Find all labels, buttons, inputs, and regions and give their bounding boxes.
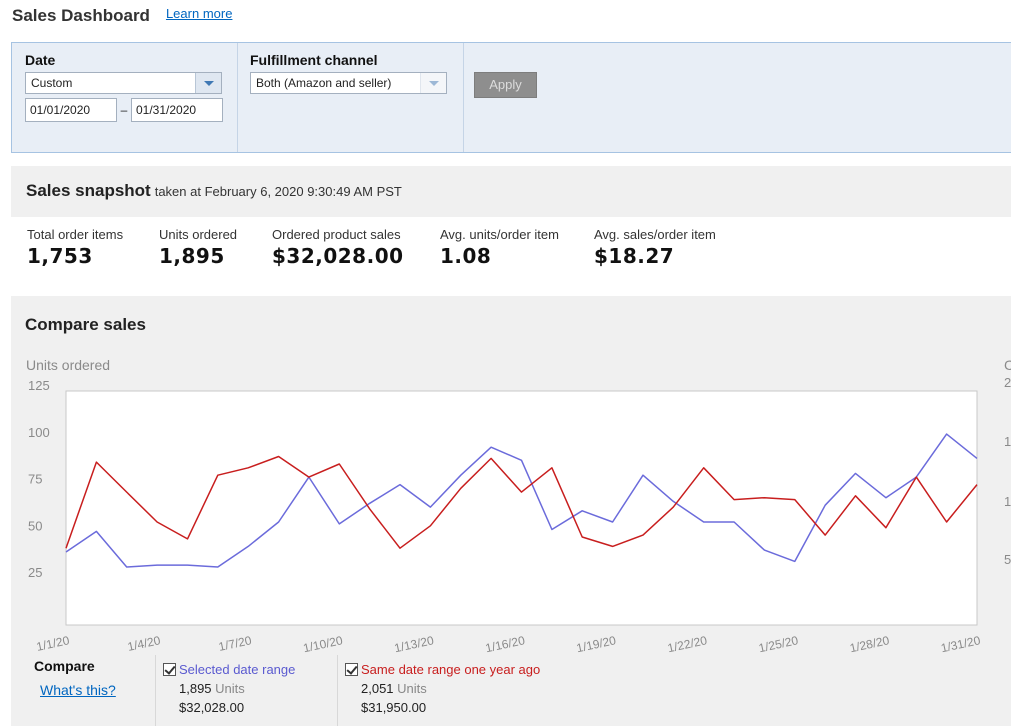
chevron-down-icon [195, 73, 221, 93]
metric-total-order-items: Total order items 1,753 [27, 218, 159, 282]
metric-label: Units ordered [159, 227, 238, 242]
x-tick-label: 1/22/20 [666, 633, 708, 655]
metric-value: $18.27 [594, 244, 675, 268]
metric-units-ordered: Units ordered 1,895 [159, 218, 272, 282]
right-tick-label: 1 [1004, 434, 1011, 449]
selected-range-checkbox[interactable] [163, 663, 176, 676]
x-tick-label: 1/28/20 [848, 633, 890, 655]
y-tick-label: 50 [28, 518, 42, 533]
learn-more-link[interactable]: Learn more [166, 6, 232, 21]
legend-sales: $31,950.00 [361, 700, 427, 715]
channel-label: Fulfillment channel [250, 52, 378, 68]
legend-label: Selected date range [179, 662, 296, 677]
right-axis-label: C [1004, 357, 1011, 373]
metric-avg-sales-per-order-item: Avg. sales/order item $18.27 [594, 218, 754, 282]
metric-value: 1,753 [27, 244, 93, 268]
whats-this-link[interactable]: What's this? [40, 682, 116, 698]
date-inputs: 01/01/2020 – 01/31/2020 [25, 98, 237, 122]
x-tick-label: 1/16/20 [484, 633, 526, 655]
snapshot-timestamp: taken at February 6, 2020 9:30:49 AM PST [154, 184, 402, 199]
metric-avg-units-per-order-item: Avg. units/order item 1.08 [440, 218, 594, 282]
x-tick-label: 1/13/20 [393, 633, 435, 655]
metric-value: 1.08 [440, 244, 492, 268]
date-range-value: Custom [31, 76, 73, 90]
x-tick-label: 1/19/20 [575, 633, 617, 655]
legend-units: 1,895 Units [163, 681, 335, 696]
right-tick-label: 1 [1004, 494, 1011, 509]
compare-sales-section: Compare sales Units ordered 25 50 75 100 125 C… [11, 296, 1011, 726]
y-tick-label: 125 [28, 378, 50, 393]
metric-ordered-product-sales: Ordered product sales $32,028.00 [272, 218, 440, 282]
date-range-select[interactable]: Custom [25, 72, 222, 94]
metric-label: Ordered product sales [272, 227, 401, 242]
chevron-down-icon [420, 73, 446, 93]
apply-button[interactable]: Apply [474, 72, 537, 98]
legend-prior-year-range: Same date range one year ago 2,051 Units… [337, 655, 577, 726]
right-tick-label: 5 [1004, 552, 1011, 567]
start-date-input[interactable]: 01/01/2020 [25, 98, 117, 122]
legend-units: 2,051 Units [345, 681, 577, 696]
sales-snapshot-header: Sales snapshot taken at February 6, 2020 … [11, 166, 1011, 217]
snapshot-metrics: Total order items 1,753 Units ordered 1,… [11, 218, 1011, 282]
channel-filter: Fulfillment channel Both (Amazon and sel… [238, 43, 464, 152]
page-title: Sales Dashboard [12, 6, 150, 25]
metric-value: $32,028.00 [272, 244, 404, 268]
prior-year-range-checkbox[interactable] [345, 663, 358, 676]
units-value: 2,051 [361, 681, 394, 696]
units-word: Units [397, 681, 427, 696]
units-word: Units [215, 681, 245, 696]
x-tick-label: 1/4/20 [126, 633, 162, 654]
filters-panel: Date Custom 01/01/2020 – 01/31/2020 Fulf… [11, 42, 1011, 153]
right-tick-label: 2 [1004, 375, 1011, 390]
y-tick-label: 100 [28, 425, 50, 440]
legend-label: Same date range one year ago [361, 662, 541, 677]
channel-value: Both (Amazon and seller) [256, 76, 392, 90]
x-tick-label: 1/10/20 [302, 633, 344, 655]
y-tick-label: 75 [28, 472, 42, 487]
x-tick-label: 1/7/20 [217, 633, 253, 654]
legend-selected-range: Selected date range 1,895 Units $32,028.… [155, 655, 335, 726]
units-value: 1,895 [179, 681, 212, 696]
y-tick-label: 25 [28, 565, 42, 580]
dashboard-header: Sales Dashboard Learn more [12, 6, 232, 32]
compare-legend: Compare What's this? Selected date range… [11, 655, 1011, 726]
date-filter: Date Custom 01/01/2020 – 01/31/2020 [12, 43, 238, 152]
y-axis-label: Units ordered [26, 357, 110, 373]
legend-sales: $32,028.00 [179, 700, 245, 715]
metric-label: Avg. sales/order item [594, 227, 716, 242]
end-date-input[interactable]: 01/31/2020 [131, 98, 223, 122]
snapshot-title: Sales snapshot [26, 181, 151, 200]
metric-value: 1,895 [159, 244, 225, 268]
channel-select[interactable]: Both (Amazon and seller) [250, 72, 447, 94]
x-tick-label: 1/25/20 [757, 633, 799, 655]
date-separator: – [120, 103, 128, 117]
metric-label: Avg. units/order item [440, 227, 559, 242]
compare-label: Compare [34, 658, 95, 674]
units-ordered-chart: Units ordered 25 50 75 100 125 C 2 1 1 5 1/1/20 1/4/… [26, 357, 1011, 655]
date-label: Date [25, 52, 56, 68]
metric-label: Total order items [27, 227, 124, 242]
x-tick-label: 1/31/20 [940, 633, 982, 655]
x-tick-label: 1/1/20 [35, 633, 71, 654]
